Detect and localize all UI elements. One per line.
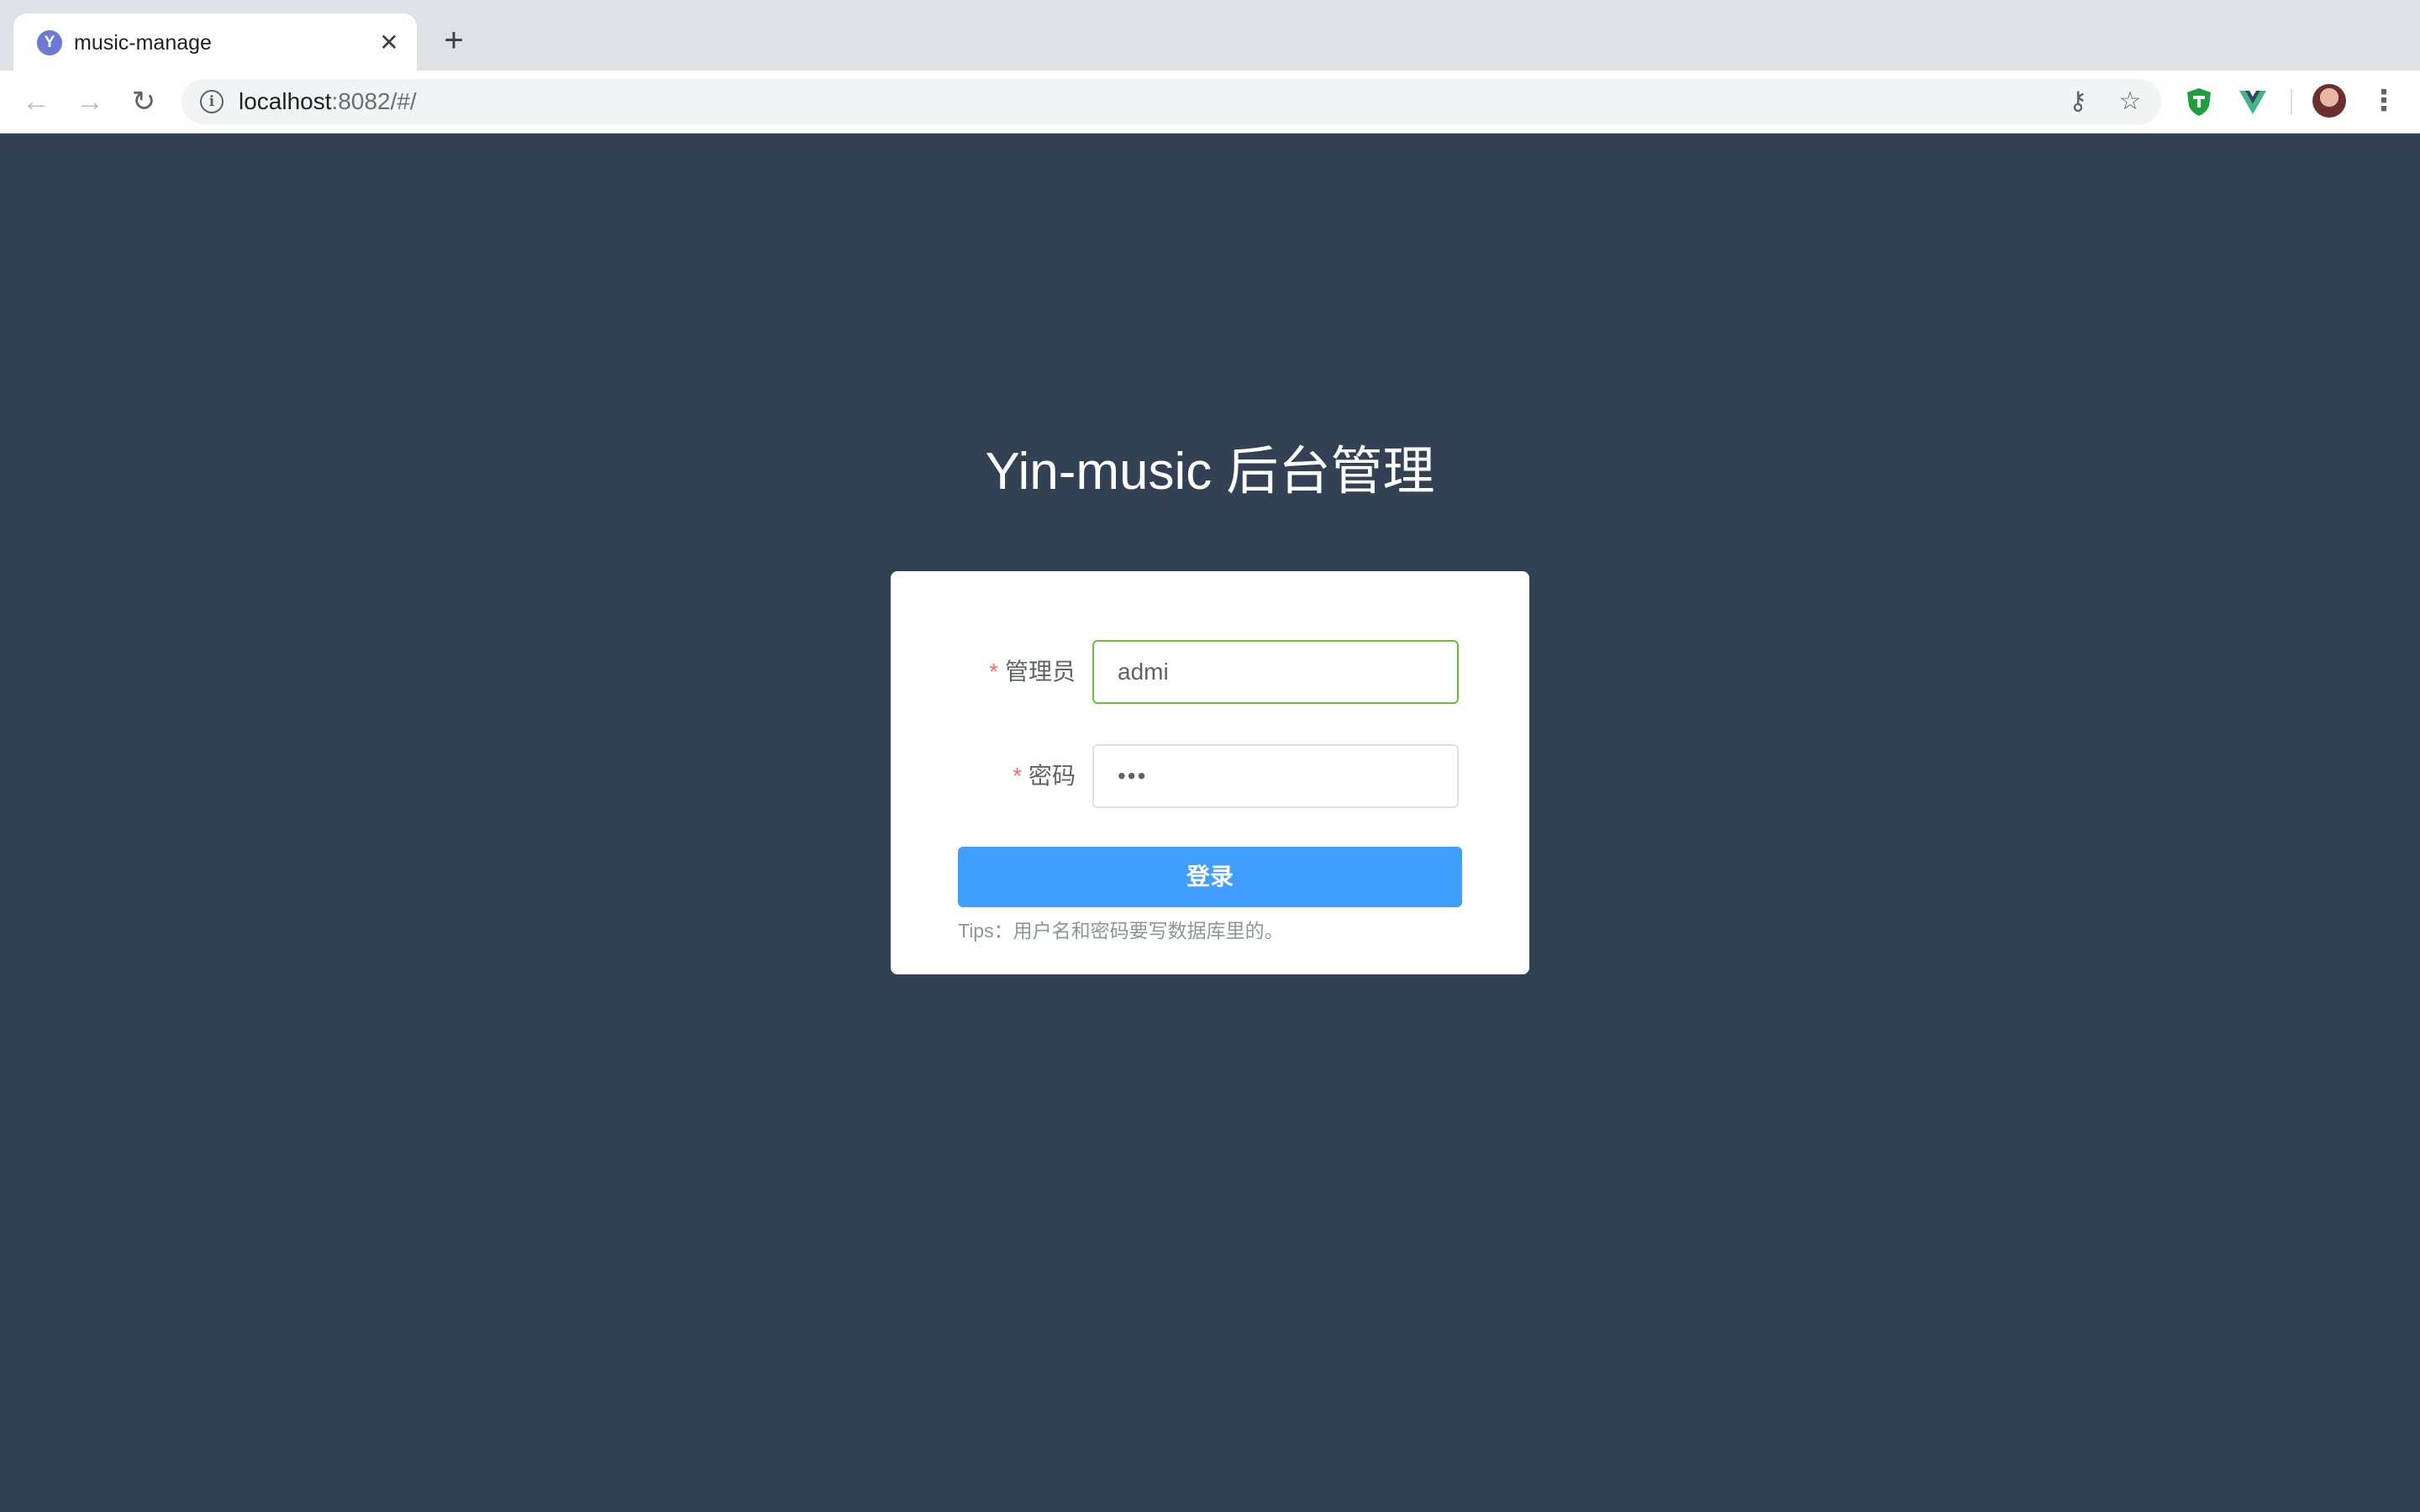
url-host: localhost: [239, 88, 332, 114]
password-label: * 密码: [1013, 759, 1076, 793]
tab-title: music-manage: [74, 31, 212, 55]
close-tab-icon[interactable]: ✕: [375, 29, 403, 57]
page-title: Yin-music 后台管理: [985, 443, 1435, 501]
login-button[interactable]: 登录: [958, 847, 1462, 907]
address-bar[interactable]: i localhost:8082/#/ ⚷ ☆: [182, 79, 2161, 124]
browser-tab-strip: Y music-manage ✕ +: [0, 0, 2420, 71]
profile-avatar[interactable]: [2312, 84, 2346, 118]
menu-icon[interactable]: ⋮: [2370, 84, 2398, 118]
required-mark: *: [989, 659, 998, 685]
username-label: * 管理员: [989, 655, 1076, 689]
browser-tab[interactable]: Y music-manage ✕: [13, 13, 417, 71]
vue-devtools-icon[interactable]: [2237, 86, 2269, 118]
new-tab-icon[interactable]: +: [437, 24, 471, 57]
password-label-text: 密码: [1028, 763, 1076, 789]
shield-extension-icon[interactable]: [2183, 86, 2215, 118]
username-input[interactable]: admi: [1092, 640, 1459, 704]
tips-text: Tips：用户名和密码要写数据库里的。: [958, 920, 1284, 942]
back-icon[interactable]: ←: [20, 86, 52, 118]
star-icon[interactable]: ☆: [2118, 89, 2143, 114]
username-label-text: 管理员: [1004, 659, 1076, 685]
required-mark: *: [1013, 763, 1022, 789]
url-text[interactable]: localhost:8082/#/: [239, 89, 417, 114]
favicon-icon: Y: [37, 30, 62, 55]
key-icon[interactable]: ⚷: [2065, 89, 2091, 114]
password-input[interactable]: •••: [1092, 744, 1459, 808]
toolbar-divider: [2291, 89, 2292, 114]
forward-icon[interactable]: →: [74, 86, 106, 118]
info-icon[interactable]: i: [200, 90, 224, 113]
login-card: * 管理员 admi * 密码 ••• 登录 Tips：用户名和密码要写数据库里的。: [891, 571, 1529, 974]
browser-toolbar: ← → ↻ i localhost:8082/#/ ⚷ ☆ ⋮: [0, 71, 2420, 134]
url-path: :8082/#/: [331, 88, 417, 114]
reload-icon[interactable]: ↻: [128, 86, 160, 118]
